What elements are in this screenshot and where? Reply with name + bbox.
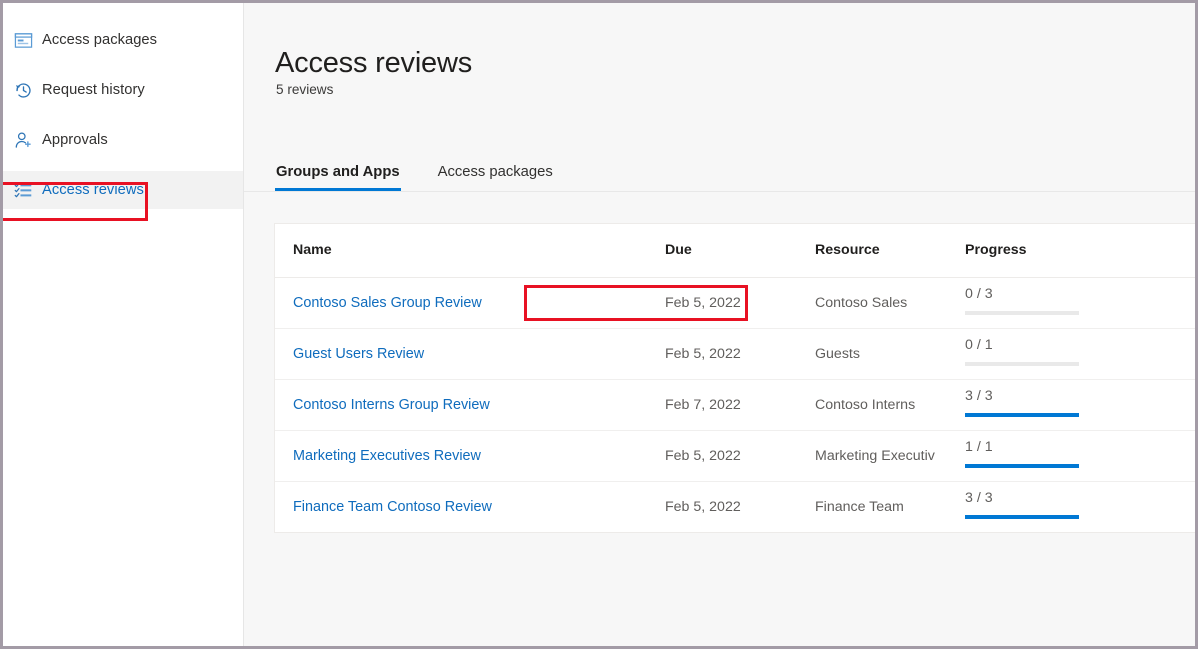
- checklist-icon: [12, 179, 34, 201]
- resource-text: Contoso Sales: [815, 295, 955, 311]
- table-row[interactable]: Guest Users Review Feb 5, 2022Guests 0 / 1: [275, 328, 1195, 379]
- main-content: Access reviews 5 reviews Groups and Apps…: [244, 3, 1195, 646]
- sidebar-item-approvals[interactable]: Approvals: [3, 121, 243, 159]
- cell-progress: 1 / 1: [965, 430, 1190, 481]
- person-add-icon: [12, 129, 34, 151]
- table-row[interactable]: Contoso Interns Group Review Feb 7, 2022C…: [275, 379, 1195, 430]
- table-row[interactable]: Marketing Executives Review Feb 5, 2022Ma…: [275, 430, 1195, 481]
- progress-indicator: 0 / 3: [965, 278, 1190, 328]
- sidebar-item-label: Approvals: [42, 132, 108, 148]
- review-name-link[interactable]: Guest Users Review: [293, 346, 424, 362]
- progress-bar-track: [965, 413, 1079, 417]
- progress-count-label: 3 / 3: [965, 387, 993, 405]
- progress-count-label: 1 / 1: [965, 438, 993, 456]
- review-count-label: 5 reviews: [276, 82, 333, 97]
- sidebar: Access packages Request history: [3, 3, 244, 646]
- review-name-link[interactable]: Contoso Sales Group Review: [293, 295, 482, 311]
- cell-resource: Contoso Interns: [815, 379, 965, 430]
- progress-count-label: 0 / 3: [965, 285, 993, 303]
- resource-text: Contoso Interns: [815, 397, 955, 413]
- progress-bar-track: [965, 311, 1079, 315]
- sidebar-item-request-history[interactable]: Request history: [3, 71, 243, 109]
- column-header-name[interactable]: Name: [275, 224, 665, 277]
- page-title: Access reviews: [275, 45, 472, 81]
- tab-label: Groups and Apps: [276, 164, 400, 180]
- sidebar-item-label: Access packages: [42, 32, 157, 48]
- sidebar-item-label: Access reviews: [42, 182, 144, 198]
- tab-divider: [244, 191, 1195, 192]
- sidebar-item-label: Request history: [42, 82, 145, 98]
- column-header-progress[interactable]: Progress: [965, 224, 1190, 277]
- sidebar-item-access-reviews[interactable]: Access reviews: [3, 171, 243, 209]
- tab-groups-and-apps[interactable]: Groups and Apps: [275, 164, 401, 191]
- cell-name: Contoso Interns Group Review: [275, 379, 665, 430]
- cell-progress: 0 / 3: [965, 277, 1190, 328]
- cell-resource: Finance Team: [815, 481, 965, 532]
- progress-count-label: 3 / 3: [965, 489, 993, 507]
- cell-spacer: [1190, 277, 1195, 328]
- resource-text: Marketing Executiv: [815, 448, 955, 464]
- cell-progress: 3 / 3: [965, 481, 1190, 532]
- cell-progress: 3 / 3: [965, 379, 1190, 430]
- tab-access-packages[interactable]: Access packages: [437, 164, 554, 191]
- resource-text: Guests: [815, 346, 955, 362]
- progress-bar-fill: [965, 515, 1079, 519]
- tab-list: Groups and Apps Access packages: [275, 153, 590, 191]
- cell-resource: Guests: [815, 328, 965, 379]
- progress-bar-fill: [965, 413, 1079, 417]
- sidebar-item-access-packages[interactable]: Access packages: [3, 21, 243, 59]
- progress-count-label: 0 / 1: [965, 336, 993, 354]
- column-header-due[interactable]: Due: [665, 224, 815, 277]
- progress-indicator: 3 / 3: [965, 482, 1190, 532]
- reviews-table: Name Due Resource Progress Contoso Sales…: [275, 224, 1195, 532]
- table-row[interactable]: Finance Team Contoso Review Feb 5, 2022Fi…: [275, 481, 1195, 532]
- cell-name: Marketing Executives Review: [275, 430, 665, 481]
- tab-label: Access packages: [438, 164, 553, 180]
- cell-spacer: [1190, 430, 1195, 481]
- table-header-row: Name Due Resource Progress: [275, 224, 1195, 277]
- cell-progress: 0 / 1: [965, 328, 1190, 379]
- table-header: Name Due Resource Progress: [275, 224, 1195, 277]
- progress-bar-track: [965, 464, 1079, 468]
- progress-bar-track: [965, 515, 1079, 519]
- column-header-resource[interactable]: Resource: [815, 224, 965, 277]
- cell-due: Feb 5, 2022: [665, 328, 815, 379]
- progress-indicator: 1 / 1: [965, 431, 1190, 481]
- cell-name: Guest Users Review: [275, 328, 665, 379]
- cell-due: Feb 5, 2022: [665, 430, 815, 481]
- progress-bar-track: [965, 362, 1079, 366]
- cell-due: Feb 5, 2022: [665, 481, 815, 532]
- review-name-link[interactable]: Contoso Interns Group Review: [293, 397, 490, 413]
- cell-spacer: [1190, 328, 1195, 379]
- history-clock-icon: [12, 79, 34, 101]
- progress-indicator: 3 / 3: [965, 380, 1190, 430]
- review-name-link[interactable]: Finance Team Contoso Review: [293, 499, 492, 515]
- progress-bar-fill: [965, 464, 1079, 468]
- cell-name: Finance Team Contoso Review: [275, 481, 665, 532]
- cell-resource: Contoso Sales: [815, 277, 965, 328]
- reviews-table-container: Name Due Resource Progress Contoso Sales…: [274, 223, 1195, 533]
- table-body: Contoso Sales Group ReviewFeb 5, 2022Con…: [275, 277, 1195, 532]
- access-packages-icon: [12, 29, 34, 51]
- resource-text: Finance Team: [815, 499, 955, 515]
- app-window: Access packages Request history: [0, 0, 1198, 649]
- cell-due: Feb 7, 2022: [665, 379, 815, 430]
- review-name-link[interactable]: Marketing Executives Review: [293, 448, 481, 464]
- cell-resource: Marketing Executiv: [815, 430, 965, 481]
- cell-due: Feb 5, 2022: [665, 277, 815, 328]
- progress-indicator: 0 / 1: [965, 329, 1190, 379]
- cell-spacer: [1190, 481, 1195, 532]
- cell-spacer: [1190, 379, 1195, 430]
- table-row[interactable]: Contoso Sales Group Review Feb 5, 2022Con…: [275, 277, 1195, 328]
- column-header-spacer: [1190, 224, 1195, 277]
- cell-name: Contoso Sales Group Review: [275, 277, 665, 328]
